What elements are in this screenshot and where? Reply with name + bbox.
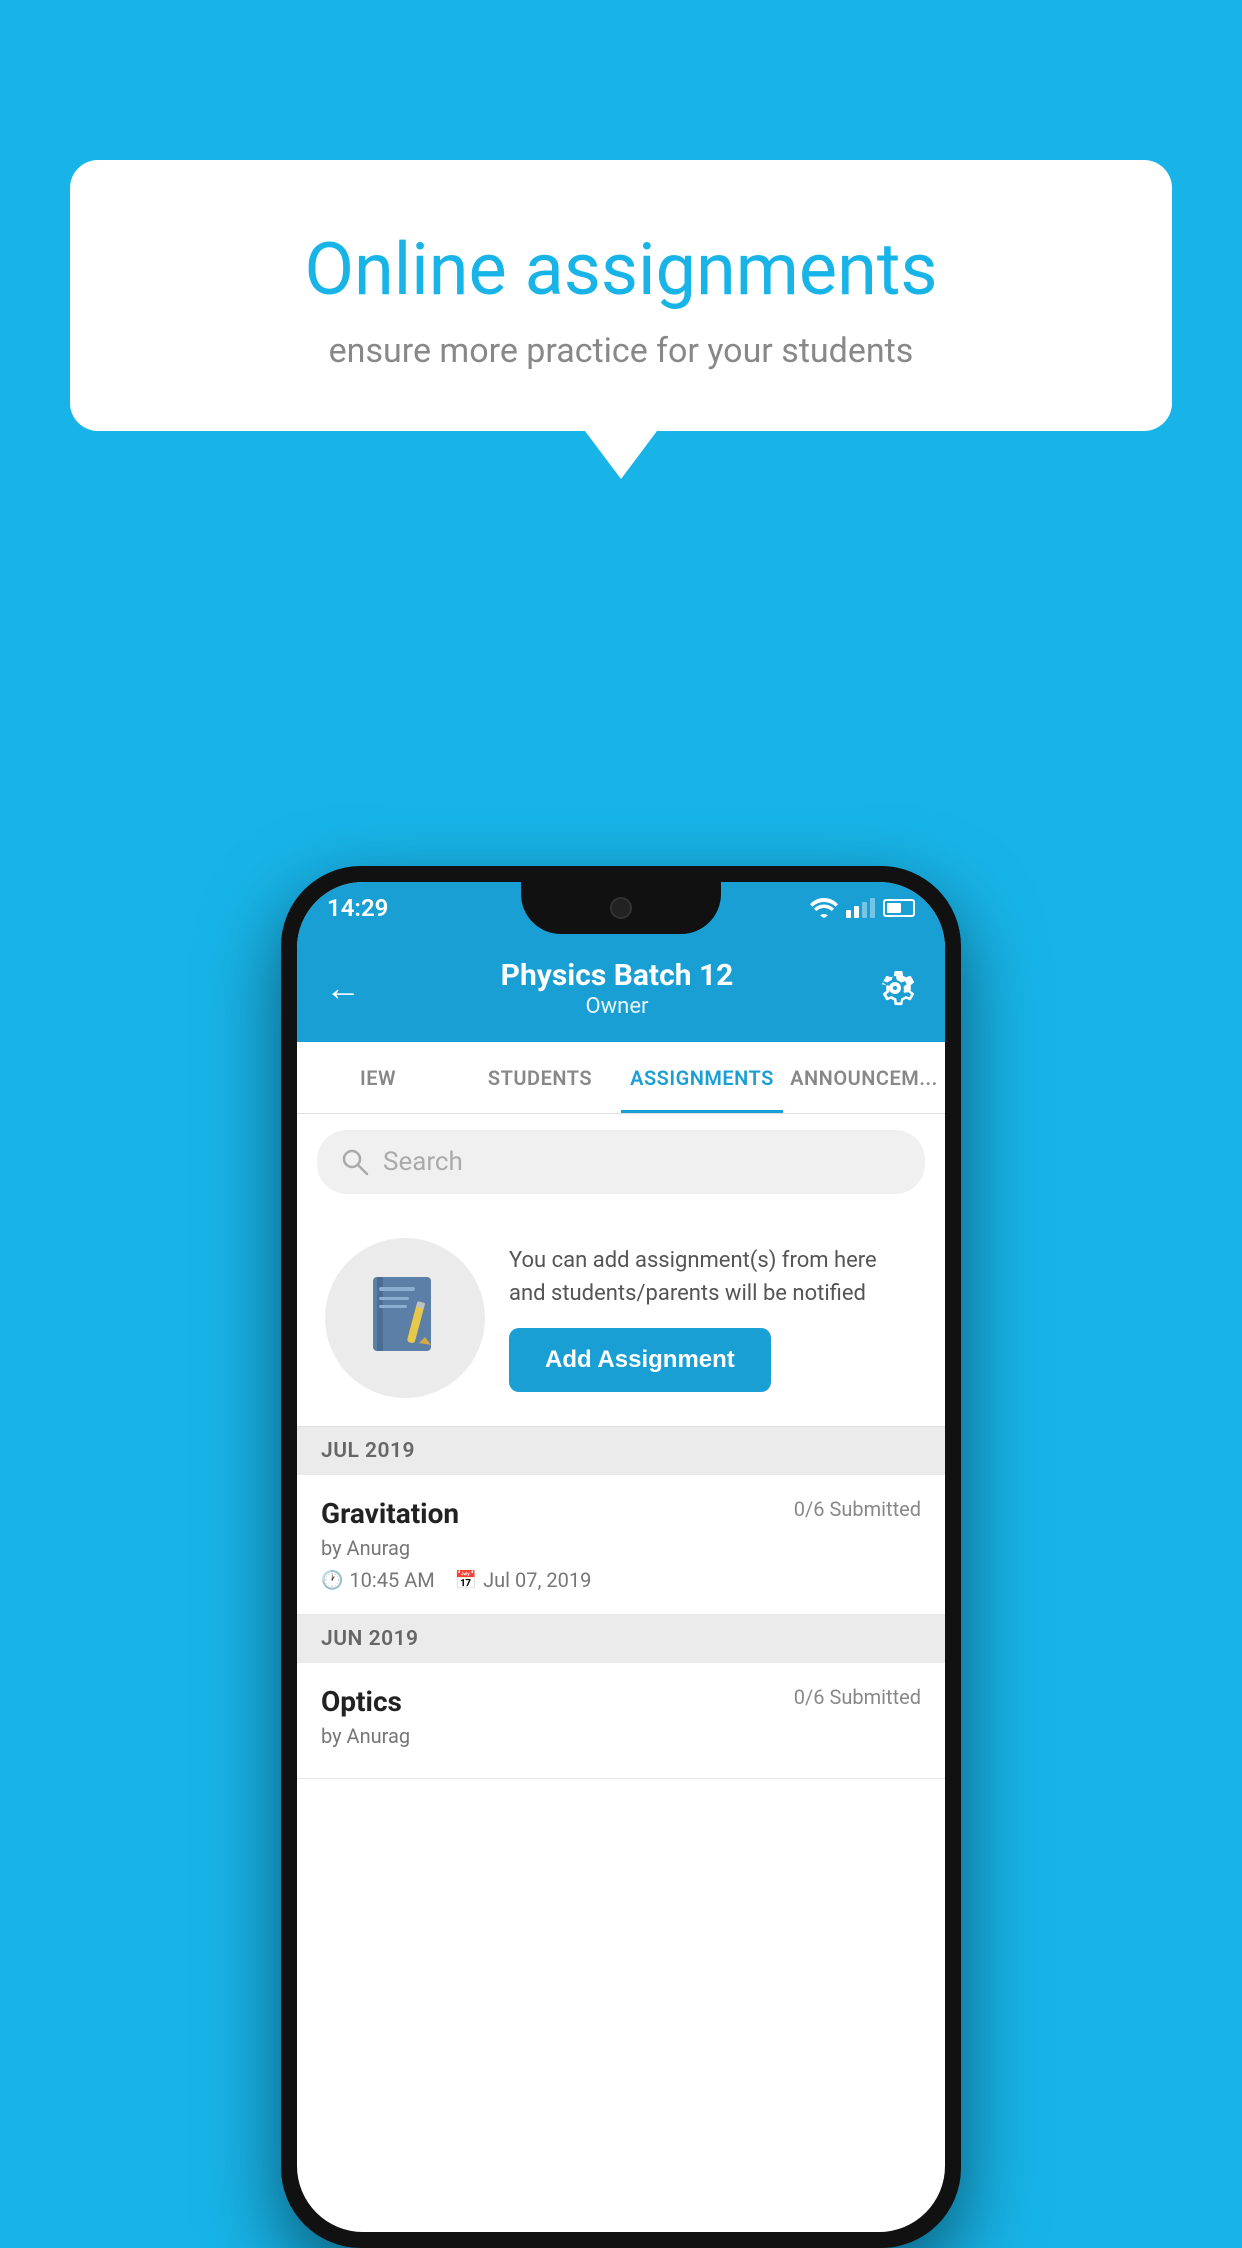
tab-announcements[interactable]: ANNOUNCEM... [783,1042,945,1113]
assignment-title: Gravitation [321,1497,459,1530]
assignment-header-optics: Optics 0/6 Submitted [321,1685,921,1718]
signal-icon [846,898,875,918]
phone-screen: 14:29 [297,882,945,2232]
add-assignment-button[interactable]: Add Assignment [509,1328,771,1392]
month-separator-jul: JUL 2019 [297,1427,945,1475]
assignment-item-optics[interactable]: Optics 0/6 Submitted by Anurag [297,1663,945,1779]
meta-time: 🕐 10:45 AM [321,1568,435,1592]
speech-bubble-card: Online assignments ensure more practice … [70,160,1172,431]
speech-bubble-tail [585,431,657,479]
assignment-submitted: 0/6 Submitted [794,1497,921,1521]
search-bar[interactable]: Search [317,1130,925,1194]
tab-iew[interactable]: IEW [297,1042,459,1113]
battery-fill [887,903,901,913]
speech-bubble-title: Online assignments [150,230,1092,309]
phone-frame: 14:29 [281,866,961,2248]
assignment-header: Gravitation 0/6 Submitted [321,1497,921,1530]
month-separator-jun: JUN 2019 [297,1615,945,1663]
phone-notch [521,882,721,934]
status-icons [810,898,915,918]
assignment-time: 10:45 AM [349,1568,434,1592]
tab-students[interactable]: STUDENTS [459,1042,621,1113]
speech-bubble-section: Online assignments ensure more practice … [70,160,1172,479]
assignment-item-gravitation[interactable]: Gravitation 0/6 Submitted by Anurag 🕐 10… [297,1475,945,1615]
assignment-meta: 🕐 10:45 AM 📅 Jul 07, 2019 [321,1568,921,1592]
app-header: ← Physics Batch 12 Owner [297,934,945,1042]
add-assignment-promo: You can add assignment(s) from here and … [297,1210,945,1427]
assignment-date: Jul 07, 2019 [483,1568,591,1592]
assignment-by: by Anurag [321,1536,921,1560]
search-bar-container: Search [297,1114,945,1210]
tab-assignments[interactable]: ASSIGNMENTS [621,1042,783,1113]
status-time: 14:29 [327,894,388,922]
calendar-icon: 📅 [455,1570,477,1591]
phone-wrapper: 14:29 [281,866,961,2248]
assignment-by-optics: by Anurag [321,1724,921,1748]
promo-icon-circle [325,1238,485,1398]
search-placeholder: Search [383,1147,463,1177]
tabs-bar: IEW STUDENTS ASSIGNMENTS ANNOUNCEM... [297,1042,945,1114]
back-button[interactable]: ← [325,967,361,1009]
wifi-icon [810,898,838,918]
header-subtitle: Owner [501,994,734,1019]
content-area: Search [297,1114,945,1779]
assignment-submitted-optics: 0/6 Submitted [794,1685,921,1709]
header-title: Physics Batch 12 [501,958,734,994]
notebook-icon [365,1273,445,1363]
header-title-group: Physics Batch 12 Owner [501,958,734,1019]
search-icon [341,1148,369,1176]
camera [610,897,632,919]
promo-content: You can add assignment(s) from here and … [509,1244,917,1392]
clock-icon: 🕐 [321,1570,343,1591]
settings-icon[interactable] [873,966,917,1010]
speech-bubble-subtitle: ensure more practice for your students [150,331,1092,371]
battery-icon [883,899,915,917]
assignment-title-optics: Optics [321,1685,402,1718]
meta-date: 📅 Jul 07, 2019 [455,1568,592,1592]
promo-text: You can add assignment(s) from here and … [509,1244,917,1310]
